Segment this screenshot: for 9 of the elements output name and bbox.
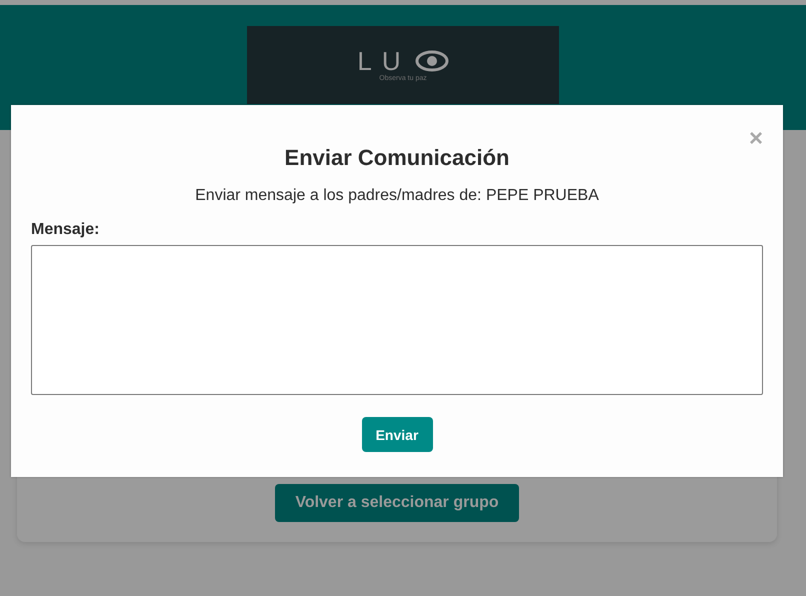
modal-title: Enviar Comunicación bbox=[284, 145, 510, 171]
back-button[interactable]: Volver a seleccionar grupo bbox=[275, 484, 519, 522]
close-button[interactable]: × bbox=[748, 127, 763, 151]
message-label: Mensaje: bbox=[31, 221, 100, 239]
logo-wordmark: LU bbox=[357, 48, 411, 74]
eye-icon bbox=[414, 50, 449, 72]
send-button[interactable]: Enviar bbox=[362, 417, 432, 452]
message-field[interactable] bbox=[31, 245, 763, 395]
modal-subtitle: Enviar mensaje a los padres/madres de: PEPE PRUEBA bbox=[194, 187, 600, 205]
